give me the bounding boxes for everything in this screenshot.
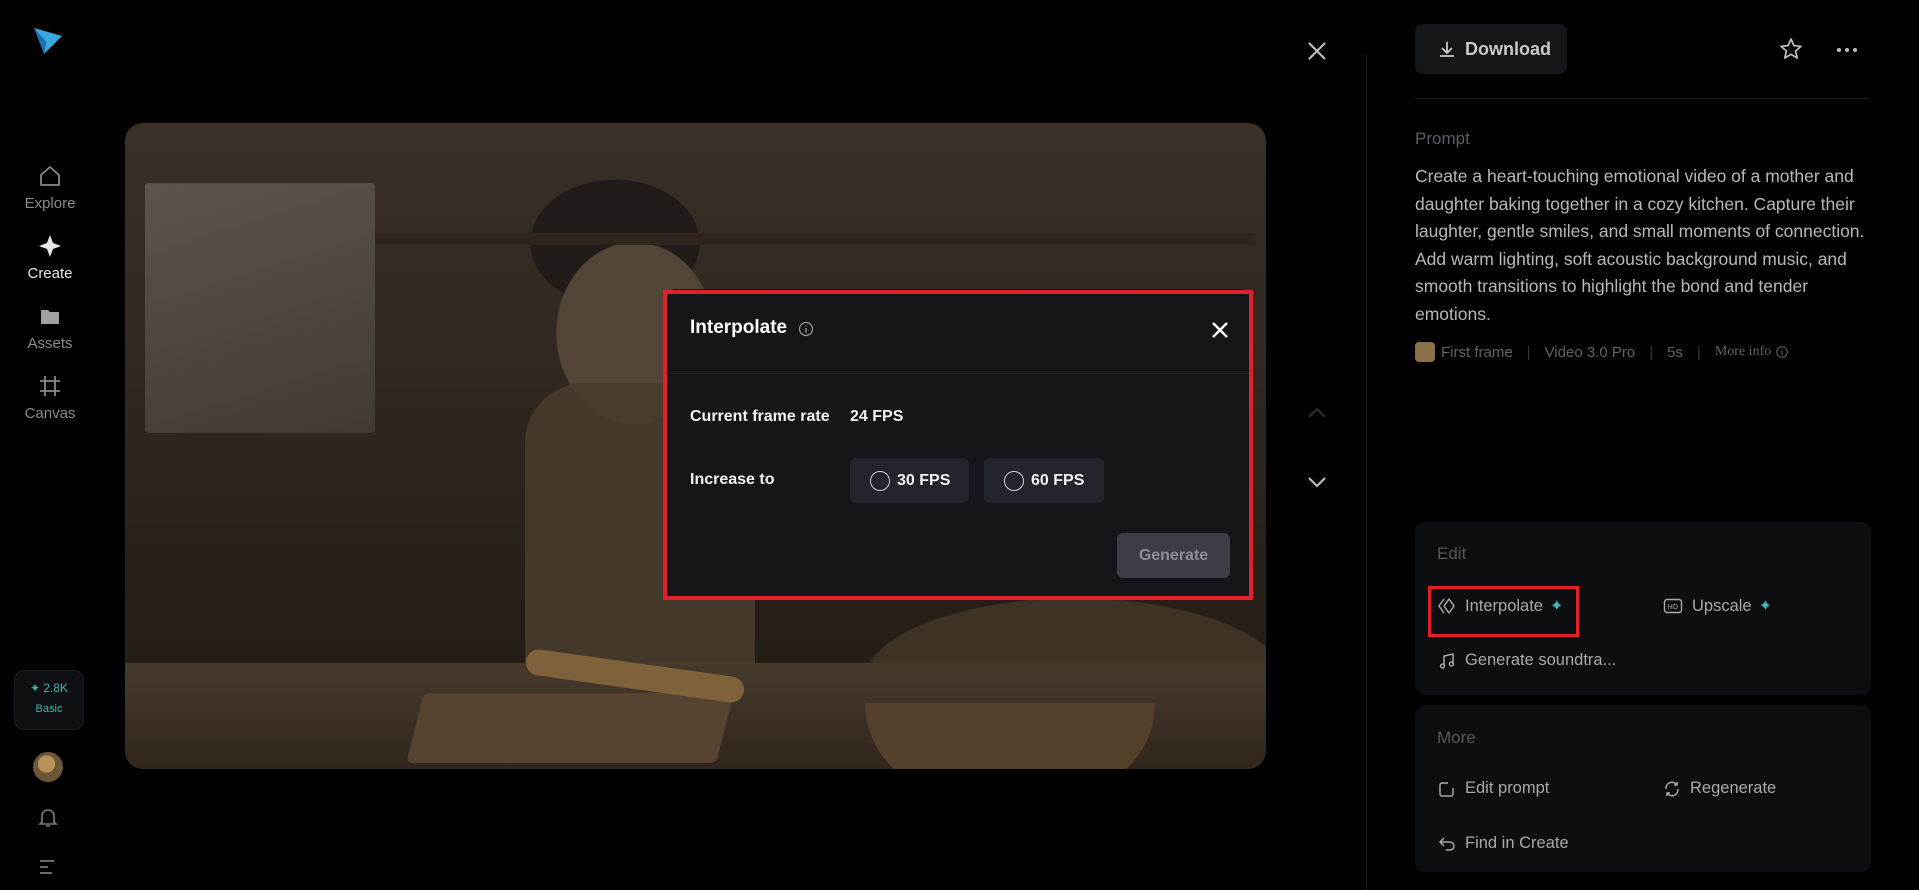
regenerate-label: Regenerate: [1690, 779, 1777, 797]
meta-separator: |: [1526, 343, 1531, 361]
download-label: Download: [1465, 38, 1551, 59]
edit-icon: [1439, 781, 1454, 797]
fps-option-60-label: 60 FPS: [1031, 471, 1085, 489]
first-frame-thumbnail[interactable]: [1415, 342, 1435, 362]
previous-arrow-icon[interactable]: [1302, 398, 1332, 428]
nav-label-explore: Explore: [24, 195, 76, 212]
close-viewer-icon[interactable]: [1302, 36, 1332, 66]
next-arrow-icon[interactable]: [1302, 467, 1332, 497]
credits-badge[interactable]: ✦ 2.8K Basic: [14, 670, 84, 730]
download-button[interactable]: Download: [1415, 24, 1567, 74]
prompt-heading: Prompt: [1415, 129, 1470, 148]
edit-prompt-label: Edit prompt: [1465, 779, 1550, 797]
return-icon: [1438, 836, 1455, 851]
meta-separator: |: [1649, 343, 1654, 361]
increase-to-label: Increase to: [690, 471, 775, 488]
meta-duration: 5s: [1667, 343, 1683, 361]
regenerate-action[interactable]: Regenerate: [1663, 779, 1776, 798]
info-icon[interactable]: [798, 321, 814, 337]
generation-meta: First frame | Video 3.0 Pro | 5s | More …: [1415, 342, 1789, 362]
panel-divider: [1366, 54, 1367, 890]
canvas-icon: [40, 376, 60, 396]
sparkle-icon: [39, 235, 61, 257]
find-in-create-label: Find in Create: [1465, 834, 1569, 852]
interpolate-dialog: Interpolate Current frame rate 24 FPS In…: [665, 289, 1251, 600]
premium-sparkle-icon: ✦: [1549, 598, 1564, 615]
more-options-icon[interactable]: [1834, 40, 1860, 60]
generate-soundtrack-action[interactable]: Generate soundtra...: [1438, 651, 1616, 670]
upscale-action[interactable]: HD Upscale ✦: [1663, 596, 1772, 616]
board-shape: [406, 693, 734, 763]
find-in-create-action[interactable]: Find in Create: [1438, 834, 1569, 853]
fps-option-60[interactable]: 60 FPS: [984, 458, 1104, 503]
edit-heading: Edit: [1437, 544, 1467, 563]
interpolate-label: Interpolate: [1465, 596, 1543, 615]
nav-label-canvas: Canvas: [24, 405, 76, 422]
meta-model: Video 3.0 Pro: [1544, 343, 1636, 361]
bowl-shape: [865, 703, 1155, 769]
upscale-label: Upscale: [1692, 596, 1752, 615]
bell-icon[interactable]: [36, 805, 60, 829]
nav-item-explore[interactable]: Explore: [0, 163, 100, 212]
interpolate-action[interactable]: Interpolate ✦: [1438, 596, 1563, 616]
credits-count: ✦ 2.8K: [29, 681, 69, 695]
fps-option-30[interactable]: 30 FPS: [850, 458, 969, 503]
edit-prompt-action[interactable]: Edit prompt: [1438, 779, 1549, 798]
radio-60[interactable]: [1004, 470, 1024, 491]
nav-label-assets: Assets: [27, 335, 73, 352]
nav-item-canvas[interactable]: Canvas: [0, 373, 100, 422]
current-frame-rate-value: 24 FPS: [850, 408, 904, 425]
more-info-link[interactable]: More info: [1715, 344, 1771, 360]
dialog-header: Interpolate: [665, 289, 1251, 374]
more-heading: More: [1437, 728, 1476, 747]
fps-option-30-label: 30 FPS: [897, 471, 951, 489]
info-icon: [1776, 346, 1789, 358]
menu-icon[interactable]: [38, 858, 58, 876]
nav-label-create: Create: [27, 265, 73, 282]
generate-button[interactable]: Generate: [1117, 533, 1230, 578]
music-note-icon: [1439, 652, 1455, 669]
dialog-close-icon[interactable]: [1205, 315, 1235, 345]
interpolate-icon: [1438, 598, 1455, 614]
window-shape: [145, 183, 375, 433]
premium-sparkle-icon: ✦: [1758, 598, 1773, 615]
star-icon[interactable]: [1778, 36, 1804, 62]
panel-separator: [1415, 98, 1870, 99]
regenerate-icon: [1665, 781, 1679, 796]
meta-frame: First frame: [1441, 343, 1513, 361]
radio-30[interactable]: [870, 470, 890, 491]
logo-icon[interactable]: [30, 22, 66, 58]
hd-icon: HD: [1663, 598, 1683, 614]
left-navigation: Explore Create Assets Canvas ✦ 2.8K Basi…: [0, 0, 100, 890]
download-icon: [1440, 42, 1454, 57]
dialog-title: Interpolate: [690, 317, 788, 338]
prompt-text: Create a heart-touching emotional video …: [1415, 166, 1865, 324]
current-frame-rate-label: Current frame rate: [690, 408, 830, 425]
shelf-shape: [375, 233, 1255, 245]
nav-item-create[interactable]: Create: [0, 233, 100, 282]
nav-item-assets[interactable]: Assets: [0, 303, 100, 352]
generate-soundtrack-label: Generate soundtra...: [1465, 651, 1617, 669]
avatar[interactable]: [33, 752, 63, 782]
plan-label: Basic: [35, 703, 63, 715]
meta-separator: |: [1696, 343, 1701, 361]
folder-icon: [41, 310, 59, 324]
home-icon: [40, 166, 60, 186]
svg-text:HD: HD: [1668, 603, 1679, 611]
